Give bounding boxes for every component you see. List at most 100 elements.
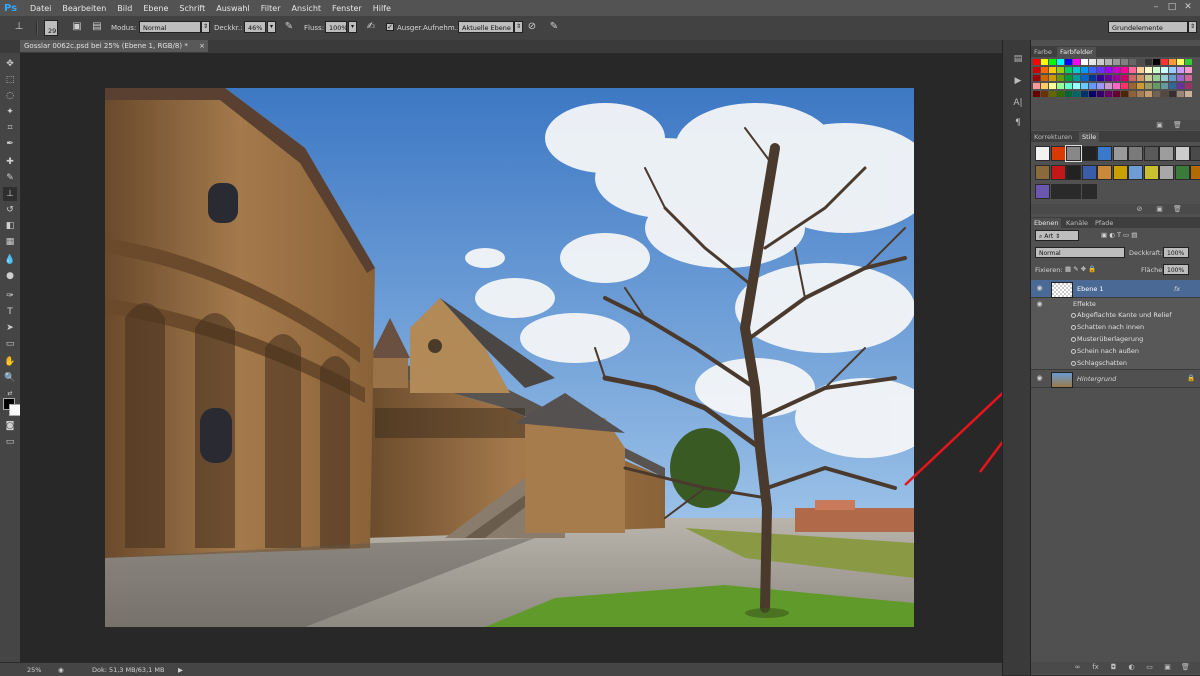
- actions-panel-icon[interactable]: ▶: [1011, 74, 1025, 88]
- color-swatch[interactable]: [1153, 67, 1160, 73]
- trash-icon[interactable]: 🗑: [1181, 663, 1190, 671]
- style-swatch[interactable]: [1035, 146, 1050, 161]
- color-swatch[interactable]: [1137, 83, 1144, 89]
- color-swatch[interactable]: [1121, 83, 1128, 89]
- color-swatch[interactable]: [1049, 83, 1056, 89]
- color-swatch[interactable]: [1161, 83, 1168, 89]
- style-swatch[interactable]: [1190, 146, 1200, 161]
- color-swatch[interactable]: [1161, 91, 1168, 97]
- color-swatch[interactable]: [1113, 67, 1120, 73]
- tab-korrekturen[interactable]: Korrekturen: [1031, 132, 1075, 142]
- color-swatch[interactable]: [1105, 91, 1112, 97]
- style-swatch[interactable]: [1174, 146, 1190, 161]
- color-swatch[interactable]: [1145, 59, 1152, 65]
- style-swatch[interactable]: [1112, 146, 1128, 161]
- color-swatch[interactable]: [1161, 67, 1168, 73]
- new-style-icon[interactable]: ▣: [1155, 205, 1164, 213]
- color-swatch[interactable]: [1121, 59, 1128, 65]
- color-swatch[interactable]: [1129, 67, 1136, 73]
- trash-icon[interactable]: 🗑: [1173, 205, 1182, 213]
- color-swatch[interactable]: [1049, 59, 1056, 65]
- color-swatch[interactable]: [1105, 67, 1112, 73]
- color-swatch[interactable]: [1169, 83, 1176, 89]
- layer-row-hintergrund[interactable]: ◉ Hintergrund 🔒: [1031, 370, 1200, 388]
- color-swatch[interactable]: [1137, 59, 1144, 65]
- color-swatch[interactable]: [1065, 91, 1072, 97]
- color-swatch[interactable]: [1073, 59, 1080, 65]
- color-swatch[interactable]: [1097, 67, 1104, 73]
- color-swatch[interactable]: [1097, 59, 1104, 65]
- history-panel-icon[interactable]: ▤: [1011, 52, 1025, 66]
- color-swatch[interactable]: [1105, 59, 1112, 65]
- effect-visibility-icon[interactable]: [1071, 313, 1076, 318]
- color-swatch[interactable]: [1145, 91, 1152, 97]
- color-swatch[interactable]: [1185, 91, 1192, 97]
- layer-row-ebene-1[interactable]: ◉ Ebene 1 fx: [1031, 280, 1200, 298]
- new-group-icon[interactable]: ▭: [1145, 663, 1154, 671]
- color-swatch[interactable]: [1129, 59, 1136, 65]
- color-swatch[interactable]: [1105, 83, 1112, 89]
- color-swatch[interactable]: [1153, 75, 1160, 81]
- new-swatch-icon[interactable]: ▣: [1155, 121, 1164, 129]
- layer-filter-select[interactable]: ⌕ Art ⇕: [1035, 230, 1079, 241]
- color-swatch[interactable]: [1113, 59, 1120, 65]
- color-swatch[interactable]: [1033, 83, 1040, 89]
- color-swatch[interactable]: [1089, 67, 1096, 73]
- color-swatch[interactable]: [1177, 91, 1184, 97]
- style-swatch[interactable]: [1081, 146, 1097, 161]
- color-swatch[interactable]: [1049, 75, 1056, 81]
- color-swatch[interactable]: [1121, 91, 1128, 97]
- color-swatch[interactable]: [1137, 75, 1144, 81]
- color-swatch[interactable]: [1129, 91, 1136, 97]
- fx-icon[interactable]: fx: [1174, 285, 1180, 293]
- visibility-eye-icon[interactable]: ◉: [1035, 285, 1044, 292]
- style-swatch[interactable]: [1066, 165, 1081, 180]
- effect-inner-shadow[interactable]: Schatten nach innen: [1077, 323, 1144, 331]
- color-swatch[interactable]: [1129, 75, 1136, 81]
- style-swatch[interactable]: [1143, 165, 1159, 180]
- color-swatch[interactable]: [1057, 91, 1064, 97]
- color-swatch[interactable]: [1065, 67, 1072, 73]
- character-panel-icon[interactable]: A|: [1011, 96, 1025, 110]
- color-swatch[interactable]: [1177, 67, 1184, 73]
- color-swatch[interactable]: [1057, 75, 1064, 81]
- adjustment-layer-icon[interactable]: ◐: [1127, 663, 1136, 671]
- color-swatch[interactable]: [1161, 59, 1168, 65]
- effect-visibility-icon[interactable]: [1071, 325, 1076, 330]
- color-swatch[interactable]: [1041, 83, 1048, 89]
- style-swatch[interactable]: [1190, 165, 1200, 180]
- color-swatch[interactable]: [1049, 67, 1056, 73]
- color-swatch[interactable]: [1169, 59, 1176, 65]
- color-swatch[interactable]: [1185, 75, 1192, 81]
- add-mask-icon[interactable]: ◘: [1109, 663, 1118, 671]
- color-swatch[interactable]: [1169, 67, 1176, 73]
- layer-name[interactable]: Hintergrund: [1077, 375, 1116, 383]
- style-swatch[interactable]: [1174, 165, 1190, 180]
- color-swatch[interactable]: [1185, 67, 1192, 73]
- tab-kanaele[interactable]: Kanäle: [1063, 218, 1091, 228]
- color-swatch[interactable]: [1057, 83, 1064, 89]
- color-swatch[interactable]: [1113, 91, 1120, 97]
- zoom-level[interactable]: 25%: [27, 666, 41, 674]
- color-swatch[interactable]: [1121, 75, 1128, 81]
- effect-visibility-icon[interactable]: [1071, 361, 1076, 366]
- color-swatch[interactable]: [1073, 91, 1080, 97]
- layer-name[interactable]: Ebene 1: [1077, 285, 1104, 293]
- color-swatch[interactable]: [1033, 67, 1040, 73]
- color-swatch[interactable]: [1145, 75, 1152, 81]
- style-swatch[interactable]: [1128, 165, 1143, 180]
- style-swatch[interactable]: [1050, 165, 1066, 180]
- style-swatch[interactable]: [1097, 146, 1112, 161]
- color-swatch[interactable]: [1065, 59, 1072, 65]
- color-swatch[interactable]: [1097, 83, 1104, 89]
- color-swatch[interactable]: [1041, 67, 1048, 73]
- color-swatch[interactable]: [1041, 75, 1048, 81]
- color-swatch[interactable]: [1137, 91, 1144, 97]
- lock-icons[interactable]: ▦ ✎ ✥ 🔒: [1065, 265, 1096, 273]
- color-swatch[interactable]: [1089, 75, 1096, 81]
- color-swatch[interactable]: [1065, 75, 1072, 81]
- color-swatch[interactable]: [1145, 67, 1152, 73]
- effect-drop-shadow[interactable]: Schlagschatten: [1077, 359, 1127, 367]
- color-swatch[interactable]: [1185, 59, 1192, 65]
- new-layer-icon[interactable]: ▣: [1163, 663, 1172, 671]
